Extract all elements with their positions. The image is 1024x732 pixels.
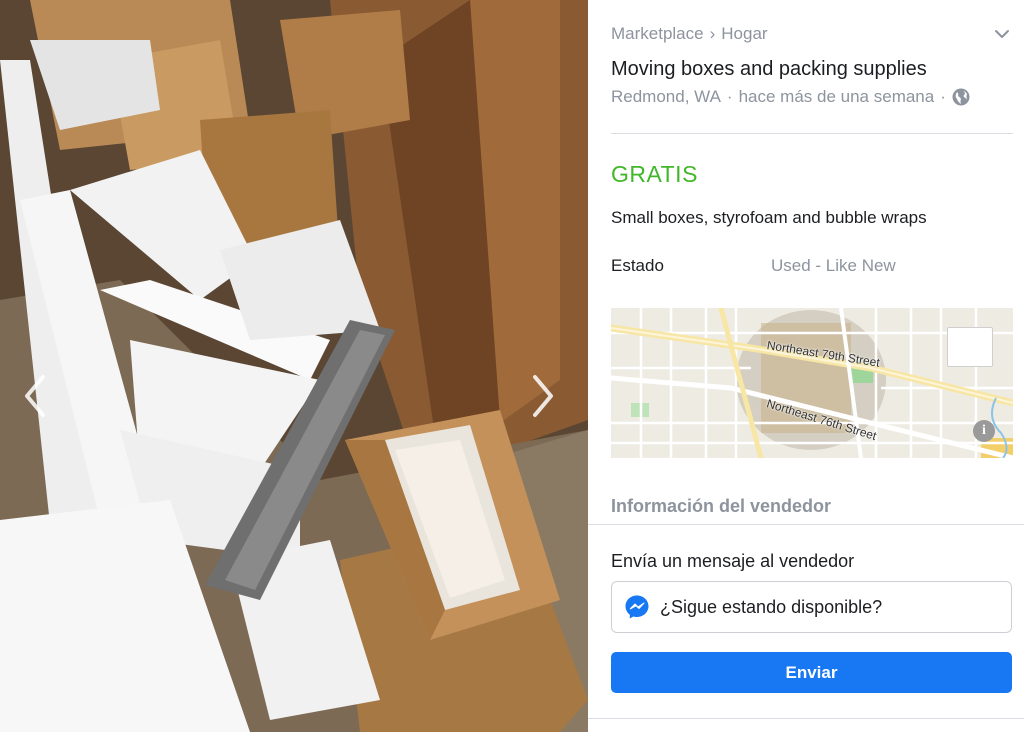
- listing-price: GRATIS: [611, 161, 698, 187]
- breadcrumb: Marketplace › Hogar: [611, 24, 768, 44]
- previous-photo-button[interactable]: [20, 372, 50, 420]
- breadcrumb-separator: ›: [709, 24, 716, 43]
- message-field[interactable]: [611, 581, 1012, 633]
- messenger-icon: [625, 595, 649, 619]
- condition-label: Estado: [611, 256, 664, 275]
- message-input[interactable]: [660, 596, 1000, 618]
- send-button[interactable]: Enviar: [611, 652, 1012, 693]
- collapse-panel-button[interactable]: [992, 24, 1012, 44]
- meta-separator: ·: [940, 87, 946, 106]
- chevron-right-icon: [533, 375, 553, 417]
- meta-separator: ·: [726, 87, 733, 106]
- info-icon[interactable]: i: [973, 420, 995, 442]
- location-map[interactable]: Northeast 79th Street Northeast 76th Str…: [611, 308, 1013, 458]
- next-photo-button[interactable]: [528, 372, 558, 420]
- listing-location[interactable]: Redmond, WA: [611, 87, 721, 107]
- divider: [588, 718, 1024, 719]
- breadcrumb-marketplace-link[interactable]: Marketplace: [611, 24, 704, 44]
- divider: [611, 133, 1013, 134]
- chevron-left-icon: [25, 375, 45, 417]
- globe-icon: [952, 88, 970, 106]
- message-heading: Envía un mensaje al vendedor: [611, 551, 855, 571]
- listing-details-panel: Marketplace › Hogar Moving boxes and pac…: [588, 0, 1024, 732]
- listing-meta: Redmond, WA · hace más de una semana ·: [611, 87, 970, 107]
- chevron-down-icon: [995, 30, 1009, 38]
- seller-info-heading[interactable]: Información del vendedor: [611, 496, 831, 517]
- breadcrumb-category-link[interactable]: Hogar: [721, 24, 767, 44]
- expand-map-button[interactable]: [947, 327, 993, 367]
- divider: [588, 524, 1024, 525]
- listing-photo-gallery: [0, 0, 588, 732]
- listing-title: Moving boxes and packing supplies: [611, 58, 927, 80]
- condition-value: Used - Like New: [771, 256, 896, 275]
- listing-description: Small boxes, styrofoam and bubble wraps: [611, 208, 927, 227]
- listing-time: hace más de una semana: [738, 87, 935, 106]
- listing-photo: [0, 0, 588, 732]
